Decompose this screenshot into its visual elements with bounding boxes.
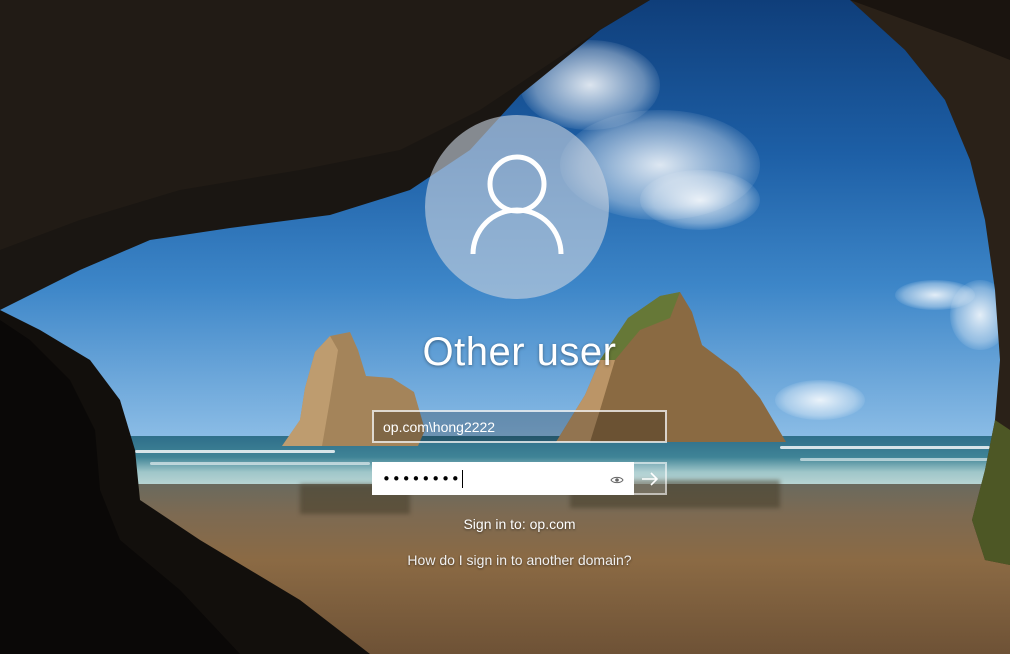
- submit-button[interactable]: [634, 462, 667, 495]
- user-name-title: Other user: [422, 330, 617, 374]
- arrow-right-icon: [641, 471, 658, 486]
- password-masked-value: ••••••••: [382, 469, 461, 488]
- sign-in-domain-text: Sign in to: op.com: [463, 516, 576, 532]
- password-input[interactable]: ••••••••: [372, 462, 634, 495]
- text-caret: [461, 469, 463, 488]
- user-avatar: [425, 115, 609, 299]
- user-silhouette-icon: [470, 154, 564, 255]
- password-row: ••••••••: [372, 462, 667, 495]
- username-input[interactable]: [372, 410, 667, 443]
- eye-icon[interactable]: [610, 473, 624, 487]
- other-domain-link[interactable]: How do I sign in to another domain?: [0, 552, 1010, 568]
